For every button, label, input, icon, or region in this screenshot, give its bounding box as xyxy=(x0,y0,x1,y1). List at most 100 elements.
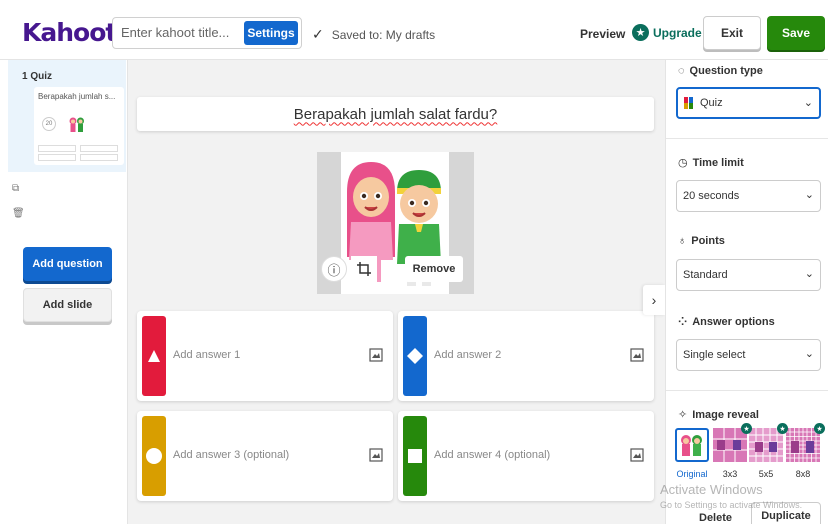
answer-4-color xyxy=(403,416,427,496)
add-slide-button[interactable]: Add slide xyxy=(23,288,112,322)
upgrade-button[interactable]: ★ Upgrade xyxy=(632,24,702,41)
thumb-answer xyxy=(80,145,118,152)
thumb-answer xyxy=(38,145,76,152)
answer-options-label-text: Answer options xyxy=(692,315,775,328)
slide-item-1[interactable]: 1 Quiz Berapakah jumlah s... 20 xyxy=(8,60,126,172)
diamond-icon xyxy=(407,348,423,364)
reveal-label-8x8: 8x8 xyxy=(795,469,811,479)
circle-icon xyxy=(146,448,162,464)
preview-button[interactable]: Preview xyxy=(580,27,625,41)
answer-4[interactable]: Add answer 4 (optional) xyxy=(398,411,654,501)
duplicate-slide-icon[interactable]: ⧉ xyxy=(12,183,19,194)
chevron-right-icon[interactable]: › xyxy=(643,285,665,315)
crop-icon[interactable] xyxy=(351,256,377,282)
reveal-8x8-image xyxy=(786,428,820,462)
chevron-down-icon: ⌄ xyxy=(804,268,814,280)
reveal-5x5-image xyxy=(749,428,783,462)
image-reveal-label: ✧ Image reveal xyxy=(678,408,759,422)
answer-options-label: ⁘ Answer options xyxy=(678,315,775,329)
trash-icon[interactable]: 🗑 xyxy=(12,208,25,219)
question-type-label-text: Question type xyxy=(689,65,763,77)
reveal-3x3-image xyxy=(713,428,747,462)
question-type-label: ◌ Question type xyxy=(678,65,763,77)
thumb-timer: 20 xyxy=(42,117,56,131)
reveal-original-image xyxy=(681,435,702,456)
reveal-label-3x3: 3x3 xyxy=(722,469,738,479)
thumb-image xyxy=(69,117,84,132)
reveal-8x8[interactable] xyxy=(786,428,820,462)
time-limit-label: ◷ Time limit xyxy=(678,156,744,170)
answer-4-text[interactable]: Add answer 4 (optional) xyxy=(434,449,550,461)
points-label-text: Points xyxy=(691,235,725,247)
reveal-5x5[interactable] xyxy=(749,428,783,462)
image-reveal-label-text: Image reveal xyxy=(692,408,759,421)
answer-2-text[interactable]: Add answer 2 xyxy=(434,349,501,361)
crop-glyph xyxy=(357,262,371,276)
star-icon: ★ xyxy=(632,24,649,41)
answer-3-color xyxy=(142,416,166,496)
divider xyxy=(666,390,828,391)
points-select[interactable]: Standard ⌄ xyxy=(676,259,821,291)
thumb-answer xyxy=(80,154,118,161)
answer-3-text[interactable]: Add answer 3 (optional) xyxy=(173,449,289,461)
answer-3[interactable]: Add answer 3 (optional) xyxy=(137,411,393,501)
answer-2-color xyxy=(403,316,427,396)
checkmark-icon: ✓ xyxy=(312,26,324,42)
points-label: ♁ Points xyxy=(678,235,725,247)
answer-1-text[interactable]: Add answer 1 xyxy=(173,349,240,361)
delete-button[interactable]: Delete xyxy=(699,512,732,524)
upgrade-label: Upgrade xyxy=(653,25,702,40)
time-limit-label-text: Time limit xyxy=(692,156,744,169)
divider xyxy=(666,138,828,139)
save-status-text: Saved to: My drafts xyxy=(331,27,436,42)
image-upload-icon[interactable] xyxy=(369,348,383,362)
lock-badge-icon: ★ xyxy=(777,423,788,434)
square-icon xyxy=(408,449,422,463)
image-upload-icon[interactable] xyxy=(630,348,644,362)
settings-panel: ◌ Question type Quiz ⌄ ◷ Time limit 20 s… xyxy=(665,60,828,524)
sparkle-icon: ✧ xyxy=(678,409,688,421)
time-limit-select[interactable]: 20 seconds ⌄ xyxy=(676,180,821,212)
chevron-down-icon: ⌄ xyxy=(804,348,814,360)
answer-1-color xyxy=(142,316,166,396)
settings-button[interactable]: Settings xyxy=(244,21,298,45)
reveal-original[interactable] xyxy=(675,428,709,462)
answer-options-value: Single select xyxy=(683,349,746,361)
activate-windows-subtext: Go to Settings to activate Windows. xyxy=(660,500,803,510)
question-type-select[interactable]: Quiz ⌄ xyxy=(676,87,821,119)
medal-icon: ♁ xyxy=(678,235,687,247)
exit-button[interactable]: Exit xyxy=(703,16,761,50)
info-icon[interactable]: ⓘ xyxy=(321,256,347,282)
question-field[interactable]: Berapakah jumlah salat fardu? xyxy=(137,97,654,131)
grid-icon: ⁘ xyxy=(678,316,688,328)
activate-windows-watermark: Activate Windows xyxy=(660,482,763,497)
image-upload-icon[interactable] xyxy=(369,448,383,462)
add-question-button[interactable]: Add question xyxy=(23,247,112,281)
answer-options-select[interactable]: Single select ⌄ xyxy=(676,339,821,371)
slide-label: 1 Quiz xyxy=(22,71,53,82)
thumb-answer xyxy=(38,154,76,161)
remove-image-button[interactable]: Remove xyxy=(405,256,463,282)
kahoot-title-input[interactable] xyxy=(121,25,245,40)
answer-1[interactable]: Add answer 1 xyxy=(137,311,393,401)
image-upload-icon[interactable] xyxy=(630,448,644,462)
triangle-icon xyxy=(148,350,160,362)
reveal-label-original: Original xyxy=(676,469,708,479)
question-type-icon: ◌ xyxy=(678,65,685,77)
reveal-3x3[interactable] xyxy=(713,428,747,462)
question-text: Berapakah jumlah salat fardu? xyxy=(293,105,498,123)
question-type-value: Quiz xyxy=(700,97,723,109)
lock-badge-icon: ★ xyxy=(814,423,825,434)
question-media: ⓘ Remove xyxy=(317,152,474,294)
time-limit-value: 20 seconds xyxy=(683,190,740,202)
save-status: ✓ Saved to: My drafts xyxy=(312,26,435,43)
slide-thumbnail[interactable]: Berapakah jumlah s... 20 xyxy=(34,87,124,165)
answer-2[interactable]: Add answer 2 xyxy=(398,311,654,401)
quiz-icon xyxy=(684,97,693,109)
lock-badge-icon: ★ xyxy=(741,423,752,434)
chevron-down-icon: ⌄ xyxy=(803,97,813,109)
thumb-title: Berapakah jumlah s... xyxy=(38,92,116,101)
save-button[interactable]: Save xyxy=(767,16,825,50)
points-value: Standard xyxy=(683,269,728,281)
top-bar: Kahoot! Settings ✓ Saved to: My drafts P… xyxy=(0,0,828,60)
